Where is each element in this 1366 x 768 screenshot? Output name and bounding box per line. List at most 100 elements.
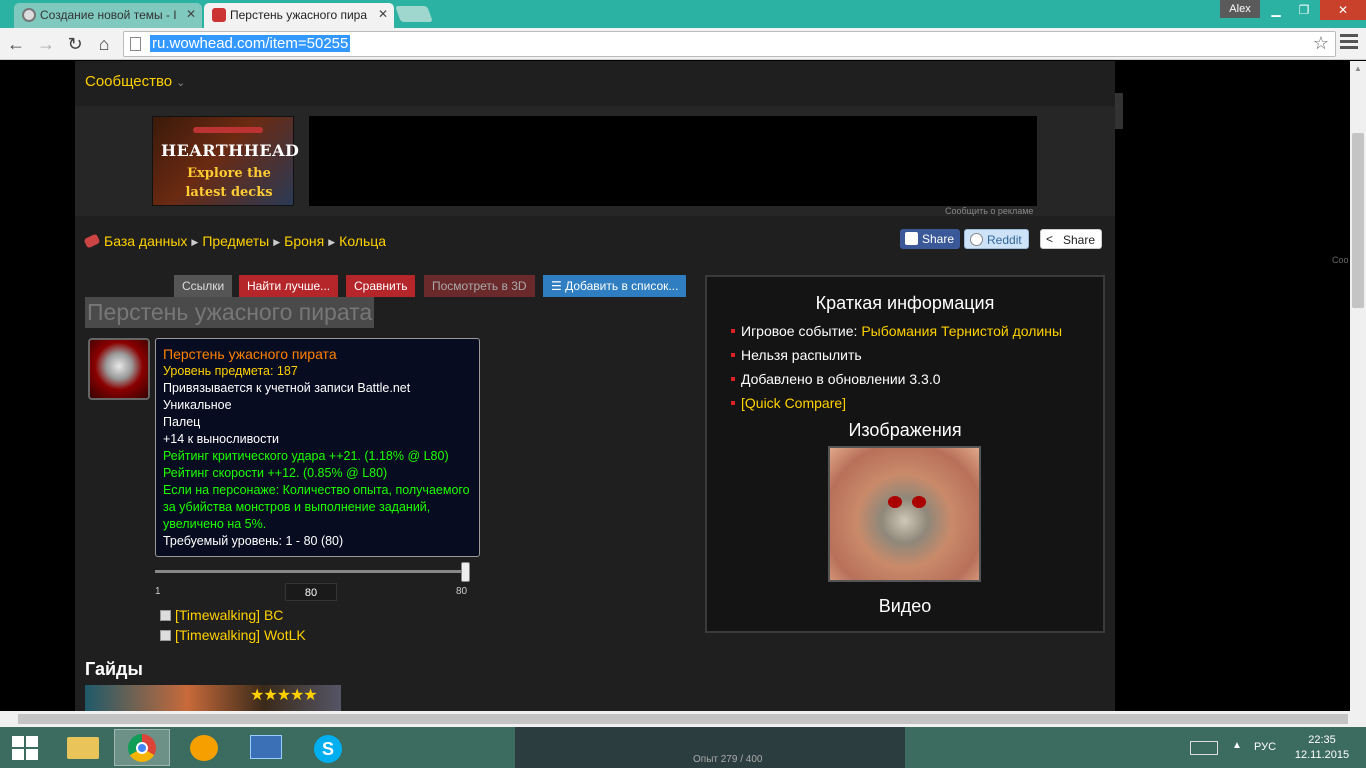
kmplayer-taskbar-icon[interactable] — [238, 729, 294, 766]
tab-wowhead-item[interactable]: Перстень ужасного пира ✕ — [204, 3, 394, 28]
reload-icon[interactable]: ↻ — [63, 32, 87, 56]
reddit-share-button[interactable]: Reddit — [964, 229, 1029, 249]
content-wrapper: Сообщество ⌄ HEARTHHEAD Explore the lates… — [75, 61, 1115, 711]
file-explorer-taskbar-icon[interactable] — [55, 729, 111, 766]
bookmark-star-icon[interactable]: ☆ — [1313, 33, 1329, 54]
breadcrumb-rings[interactable]: Кольца — [339, 233, 386, 249]
quick-info-list: Игровое событие: Рыбомания Тернистой дол… — [731, 321, 1062, 417]
hearthstone-stick-icon — [193, 127, 263, 133]
skull-eye-right — [912, 496, 926, 508]
ad-placeholder — [309, 116, 1037, 206]
tray-expand-icon[interactable]: ▲ — [1232, 740, 1242, 751]
quick-compare-link[interactable]: [Quick Compare] — [741, 395, 846, 411]
skype-taskbar-icon[interactable]: S — [300, 729, 356, 766]
timewalking-wotlk-label[interactable]: [Timewalking] WotLK — [175, 627, 306, 643]
breadcrumb-items[interactable]: Предметы — [202, 233, 269, 249]
ad-tagline-line1: Explore the — [187, 166, 271, 181]
guide-rating-stars-icon: ★★★★★ — [250, 687, 318, 704]
tooltip-equip-effect: Если на персонаже: Количество опыта, пол… — [163, 483, 470, 531]
level-slider-min: 1 — [155, 586, 161, 597]
add-to-list-label: Добавить в список... — [565, 279, 679, 293]
ad-tagline: Explore the latest decks — [179, 164, 279, 202]
breadcrumb-separator-icon: ▶ — [328, 237, 336, 247]
tab-create-topic[interactable]: Создание новой темы - I ✕ — [14, 3, 202, 28]
forum-favicon-icon — [22, 8, 36, 22]
event-link[interactable]: Рыбомания Тернистой долины — [861, 323, 1062, 339]
breadcrumb: База данных ▶ Предметы ▶ Броня ▶ Кольца — [83, 233, 386, 249]
hearthhead-ad-banner[interactable]: HEARTHHEAD Explore the latest decks — [152, 116, 299, 206]
tooltip-required-level: Требуемый уровень: 1 - 80 (80) — [163, 534, 344, 548]
skull-eye-left — [888, 496, 902, 508]
aimp-taskbar-icon[interactable] — [176, 729, 232, 766]
forward-icon[interactable]: → — [34, 32, 58, 56]
browser-menu-icon[interactable] — [1340, 34, 1358, 52]
images-heading: Изображения — [848, 420, 962, 440]
vertical-scroll-thumb[interactable] — [1352, 133, 1364, 308]
compare-button[interactable]: Сравнить — [346, 275, 416, 297]
view-3d-button[interactable]: Посмотреть в 3D — [424, 275, 535, 297]
minimize-window-icon[interactable]: ▁ — [1262, 0, 1290, 20]
close-window-icon[interactable]: ✕ — [1320, 0, 1366, 20]
find-better-button[interactable]: Найти лучше... — [239, 275, 339, 297]
system-clock[interactable]: 22:35 12.11.2015 — [1292, 733, 1352, 763]
breadcrumb-database[interactable]: База данных — [104, 233, 187, 249]
tooltip-crit: Рейтинг критического удара ++21. (1.18% … — [163, 449, 449, 463]
address-bar[interactable]: ru.wowhead.com/item=50255 ☆ — [123, 31, 1336, 57]
horizontal-scroll-thumb[interactable] — [18, 714, 1348, 724]
breadcrumb-separator-icon: ▶ — [273, 237, 281, 247]
community-label: Сообщество — [85, 73, 173, 90]
item-tooltip: Перстень ужасного пирата Уровень предмет… — [155, 338, 480, 557]
profile-user-badge[interactable]: Alex — [1220, 0, 1260, 18]
event-label: Игровое событие: — [741, 323, 858, 339]
on-screen-keyboard-icon[interactable] — [1190, 741, 1218, 755]
sidebar-toggle-handle[interactable] — [1115, 93, 1123, 129]
page-icon — [130, 37, 141, 51]
tooltip-stamina: +14 к выносливости — [163, 432, 280, 446]
timewalking-wotlk-option[interactable]: [Timewalking] WotLK — [160, 627, 306, 643]
timewalking-bc-option[interactable]: [Timewalking] BC — [160, 607, 283, 623]
hearthhead-logo: HEARTHHEAD — [161, 141, 300, 160]
timewalking-bc-checkbox[interactable] — [160, 610, 171, 621]
new-tab-button[interactable] — [395, 6, 433, 22]
facebook-share-label: Share — [922, 232, 955, 246]
input-language-indicator[interactable]: РУС — [1254, 741, 1276, 753]
facebook-icon — [905, 232, 918, 245]
level-slider-handle[interactable] — [461, 562, 470, 582]
video-heading: Видео — [878, 596, 932, 616]
facebook-share-button[interactable]: Share — [900, 229, 961, 249]
breadcrumb-separator-icon: ▶ — [191, 237, 199, 247]
links-button[interactable]: Ссылки — [174, 275, 233, 297]
report-ad-link[interactable]: Сообщить о рекламе — [945, 206, 1033, 216]
horizontal-scrollbar[interactable] — [0, 711, 1366, 727]
level-slider-track[interactable] — [155, 570, 467, 573]
chrome-taskbar-icon[interactable] — [114, 729, 170, 766]
wowhead-favicon-icon — [212, 8, 226, 22]
ring-item-icon — [88, 338, 150, 400]
tab-title: Перстень ужасного пира — [230, 8, 368, 22]
tooltip-binds: Привязывается к учетной записи Battle.ne… — [163, 381, 411, 395]
add-to-list-button[interactable]: ☰ Добавить в список... — [543, 275, 687, 297]
tooltip-haste: Рейтинг скорости ++12. (0.85% @ L80) — [163, 466, 388, 480]
vertical-scrollbar[interactable]: ▲ — [1350, 61, 1366, 711]
timewalking-bc-label[interactable]: [Timewalking] BC — [175, 607, 283, 623]
tab-strip: Создание новой темы - I ✕ Перстень ужасн… — [0, 0, 1366, 28]
clock-date: 12.11.2015 — [1294, 749, 1350, 761]
back-icon[interactable]: ← — [4, 32, 28, 56]
level-input[interactable]: 80 — [285, 583, 337, 601]
close-tab-icon[interactable]: ✕ — [378, 7, 388, 21]
restore-window-icon[interactable]: ❐ — [1290, 0, 1318, 20]
close-tab-icon[interactable]: ✕ — [186, 7, 196, 21]
url-text[interactable]: ru.wowhead.com/item=50255 — [150, 35, 351, 52]
community-menu[interactable]: Сообщество ⌄ — [85, 73, 185, 90]
list-item: [Quick Compare] — [731, 393, 1062, 417]
tab-title: Создание новой темы - I — [40, 8, 177, 22]
list-item: Добавлено в обновлении 3.3.0 — [731, 369, 1062, 393]
clock-time: 22:35 — [1308, 734, 1336, 746]
generic-share-button[interactable]: < Share — [1040, 229, 1103, 249]
breadcrumb-armor[interactable]: Броня — [284, 233, 324, 249]
ring-screenshot-image[interactable] — [828, 446, 981, 582]
home-icon[interactable]: ⌂ — [92, 32, 116, 56]
timewalking-wotlk-checkbox[interactable] — [160, 630, 171, 641]
scroll-up-icon[interactable]: ▲ — [1354, 64, 1362, 73]
windows-start-icon[interactable] — [12, 736, 38, 760]
